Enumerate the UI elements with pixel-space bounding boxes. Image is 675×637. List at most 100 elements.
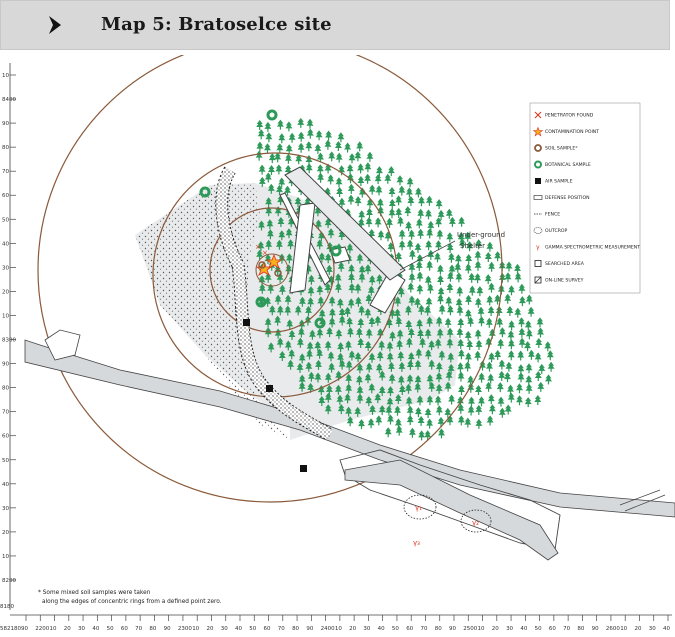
tree-icon (446, 271, 454, 282)
tree-icon (417, 416, 425, 426)
tree-icon (525, 383, 533, 394)
tree-icon (417, 208, 425, 219)
y-tick-label: 40 (2, 241, 9, 247)
tree-icon (346, 164, 354, 175)
tree-icon (487, 394, 495, 405)
tree-icon (268, 153, 276, 164)
legend-item: γ GAMMA SPECTROMETRIC MEASUREMENT (536, 244, 640, 251)
x-tick-label: 80 (577, 626, 584, 632)
x-tick-label: 60 (264, 626, 271, 632)
x-tick-label: 2500 (463, 626, 477, 632)
x-tick-label: 80 (149, 626, 156, 632)
tree-icon (488, 282, 495, 293)
tree-icon (387, 414, 394, 425)
tree-icon (518, 283, 526, 294)
tree-icon (344, 142, 352, 153)
tree-icon (535, 338, 543, 348)
footnote-line-2: along the edges of concentric rings from… (42, 599, 222, 605)
tree-icon (358, 419, 365, 430)
map-header: Map 5: Bratoselce site (0, 0, 670, 50)
tree-icon (534, 352, 542, 363)
tree-icon (475, 418, 483, 429)
y-tick-label: 60 (2, 193, 9, 199)
tree-icon (464, 330, 472, 341)
tree-icon (507, 350, 515, 361)
tree-icon (466, 340, 474, 350)
tree-icon (406, 239, 414, 250)
x-tick-label: 80 (292, 626, 299, 632)
tree-icon (504, 372, 511, 383)
tree-icon (464, 352, 472, 363)
tree-icon (285, 121, 293, 132)
tree-icon (408, 262, 416, 273)
tree-icon (457, 371, 465, 382)
y-tick-label: 30 (2, 265, 9, 271)
tree-icon (486, 415, 494, 426)
tree-icon (387, 166, 395, 177)
tree-icon (468, 272, 476, 283)
tree-icon (487, 373, 495, 384)
tree-icon (514, 263, 521, 274)
tree-icon (398, 185, 406, 196)
tree-icon (297, 142, 305, 153)
tree-icon (485, 317, 493, 328)
tree-icon (474, 260, 482, 271)
x-tick-label: 20 (349, 626, 356, 632)
tree-icon (486, 241, 494, 252)
tree-icon (537, 381, 545, 392)
tree-icon (527, 306, 535, 317)
tree-icon (486, 361, 493, 372)
tree-icon (446, 283, 454, 293)
tree-icon (474, 273, 482, 284)
tree-icon (505, 361, 513, 372)
tree-icon (274, 152, 282, 163)
tree-icon (514, 272, 522, 283)
tree-icon (398, 240, 406, 251)
legend-label: OUTCROP (545, 228, 568, 234)
x-tick-label: 20 (64, 626, 71, 632)
tree-icon (425, 195, 433, 206)
x-tick-label: 10 (620, 626, 627, 632)
tree-icon (414, 407, 422, 418)
tree-icon (365, 217, 373, 228)
tree-icon (388, 187, 396, 197)
tree-icon (534, 371, 542, 381)
tree-icon (275, 164, 283, 175)
x-tick-label: 90 (164, 626, 171, 632)
x-tick-label: 30 (363, 626, 370, 632)
tree-icon (474, 250, 482, 261)
x-tick-label: 10 (50, 626, 57, 632)
y-tick-label: 8400 (2, 97, 16, 103)
tree-icon (474, 329, 482, 340)
tree-icon (297, 131, 305, 142)
tree-icon (494, 251, 502, 262)
tree-icon (407, 282, 415, 293)
x-tick-label: 60 (406, 626, 413, 632)
tree-icon (474, 350, 482, 361)
y-tick-label: 10 (2, 73, 9, 79)
tree-icon (444, 317, 452, 328)
tree-icon (337, 132, 345, 143)
legend-label: BOTANICAL SAMPLE (545, 162, 591, 168)
tree-icon (437, 416, 445, 427)
tree-icon (457, 318, 465, 328)
tree-icon (448, 394, 456, 405)
tree-icon (425, 297, 433, 308)
legend-label: PENETRATOR FOUND (545, 113, 594, 119)
tree-icon (395, 207, 403, 218)
x-axis: 90 2200 10 20 30 40 50 60 70 80 90 2300 10 20 30 40 50 60… (0, 615, 670, 632)
x-tick-label: 50 (392, 626, 399, 632)
tree-icon (306, 128, 314, 139)
tree-icon (488, 404, 496, 415)
tree-icon (395, 425, 403, 436)
x-tick-label: 2300 (178, 626, 192, 632)
y-tick-label: 8200 (2, 578, 16, 584)
tree-icon (468, 285, 476, 296)
x-tick-label: 10 (478, 626, 485, 632)
y-axis: 10 8400 90 80 70 60 50 40 30 20 10 8300 90 80 70 60 50 40… (0, 73, 16, 610)
x-tick-label: 20 (492, 626, 499, 632)
tree-icon (284, 153, 292, 164)
gamma-icon: γ (536, 244, 540, 251)
tree-icon (316, 164, 324, 175)
tree-icon (478, 396, 485, 407)
